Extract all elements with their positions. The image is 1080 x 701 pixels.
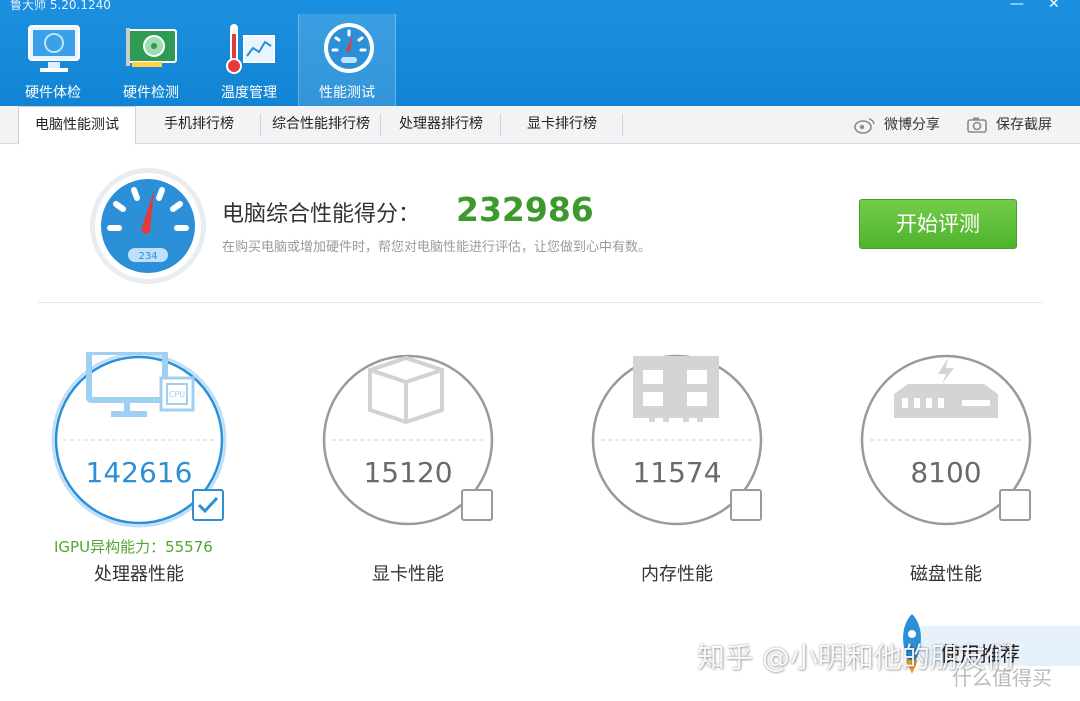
- metric-gpu[interactable]: 15120: [320, 352, 496, 528]
- metric-disk[interactable]: 8100: [858, 352, 1034, 528]
- metric-name: 处理器性能: [94, 564, 184, 585]
- save-screenshot-button[interactable]: 保存截屏: [966, 106, 1052, 144]
- nav-label: 性能测试: [319, 85, 375, 101]
- metric-checkbox[interactable]: [192, 489, 224, 521]
- score-description: 在购买电脑或增加硬件时，帮您对电脑性能进行评估，让您做到心中有数。: [222, 240, 652, 255]
- metric-name: 内存性能: [641, 564, 713, 585]
- start-benchmark-button[interactable]: 开始评测: [859, 199, 1017, 249]
- window-title: 鲁大师 5.20.1240: [10, 0, 111, 12]
- svg-text:CPU: CPU: [169, 390, 185, 399]
- speedometer-icon: [324, 23, 374, 73]
- nav-label: 硬件体检: [25, 85, 81, 101]
- app-window: 鲁大师 5.20.1240 — ✕ 硬件体检 硬件检测 温度管理 性能测试 电脑…: [0, 0, 1080, 701]
- nav-item-hardware-check[interactable]: 硬件体检: [4, 14, 102, 106]
- metric-memory[interactable]: 11574: [589, 352, 765, 528]
- graphics-card-icon: [126, 28, 177, 67]
- score-value: 232986: [456, 190, 594, 229]
- metric-cpu[interactable]: CPU 142616: [51, 352, 227, 528]
- top-header: 鲁大师 5.20.1240 — ✕ 硬件体检 硬件检测 温度管理 性能测试: [0, 0, 1080, 106]
- main-nav: 硬件体检 硬件检测 温度管理 性能测试: [4, 14, 396, 106]
- metric-checkbox[interactable]: [461, 489, 493, 521]
- nav-item-performance-test[interactable]: 性能测试: [298, 14, 396, 106]
- nav-label: 温度管理: [221, 85, 277, 101]
- nav-item-temperature[interactable]: 温度管理: [200, 14, 298, 106]
- metric-value: 142616: [85, 456, 193, 489]
- minimize-button[interactable]: —: [1010, 0, 1024, 12]
- thermometer-icon: [226, 24, 275, 74]
- gauge-readout: 234: [138, 251, 157, 262]
- camera-icon: [967, 117, 987, 133]
- metric-value: 8100: [910, 456, 982, 489]
- save-screenshot-label: 保存截屏: [996, 117, 1052, 133]
- zhihu-watermark: 知乎 @小明和他的朋友们: [697, 641, 1014, 674]
- metric-checkbox[interactable]: [730, 489, 762, 521]
- section-divider: [38, 302, 1043, 303]
- nav-item-hardware-detect[interactable]: 硬件检测: [102, 14, 200, 106]
- tab-phone-ranking[interactable]: 手机排行榜: [137, 106, 261, 144]
- close-button[interactable]: ✕: [1048, 0, 1060, 12]
- tab-bar: 电脑性能测试 手机排行榜 综合性能排行榜 处理器排行榜 显卡排行榜 微博分享 保…: [0, 106, 1080, 145]
- metric-name: 显卡性能: [372, 564, 444, 585]
- weibo-share-label: 微博分享: [884, 117, 940, 133]
- score-label: 电脑综合性能得分：: [222, 202, 421, 227]
- weibo-icon: [854, 118, 875, 134]
- monitor-icon: [28, 25, 80, 72]
- metric-value: 11574: [632, 456, 722, 489]
- metric-value: 15120: [363, 456, 453, 489]
- metric-checkbox[interactable]: [999, 489, 1031, 521]
- checkmark-icon: [197, 496, 219, 514]
- weibo-share-button[interactable]: 微博分享: [854, 106, 940, 144]
- igpu-capability: IGPU异构能力：55576: [54, 538, 213, 556]
- tab-cpu-ranking[interactable]: 处理器排行榜: [381, 106, 501, 144]
- metric-name: 磁盘性能: [910, 564, 982, 585]
- score-gauge-icon: 234: [90, 168, 206, 284]
- tab-pc-performance[interactable]: 电脑性能测试: [18, 106, 136, 145]
- nav-label: 硬件检测: [123, 85, 179, 101]
- tab-gpu-ranking[interactable]: 显卡排行榜: [501, 106, 623, 144]
- tab-overall-ranking[interactable]: 综合性能排行榜: [261, 106, 381, 144]
